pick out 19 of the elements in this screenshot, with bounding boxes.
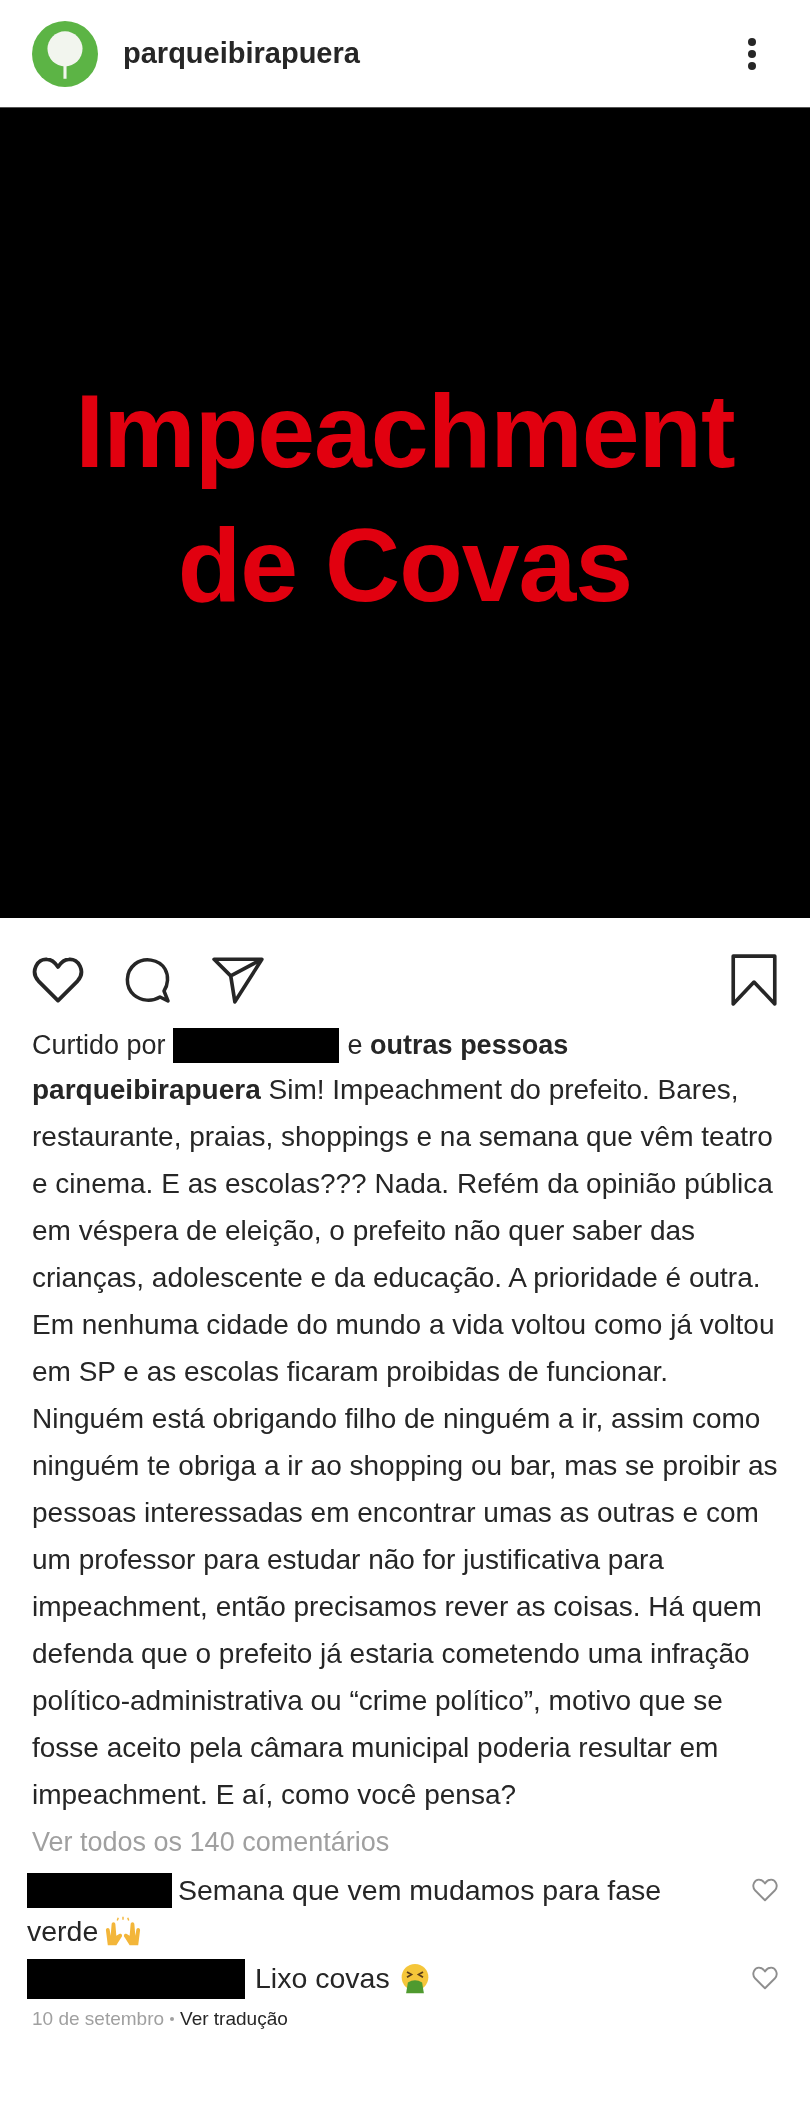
comment-text: verde (27, 1914, 99, 1949)
more-options-icon[interactable] (747, 36, 757, 71)
likes-label: Curtido por (32, 1029, 166, 1062)
comment-text: Semana que vem mudamos para fase (178, 1873, 662, 1908)
raised-hands-icon (104, 1915, 143, 1948)
bookmark-icon[interactable] (730, 953, 778, 1007)
username-link[interactable]: parqueibirapuera (123, 37, 747, 70)
comment-like-icon[interactable] (752, 1878, 778, 1902)
like-heart-icon[interactable] (32, 956, 84, 1004)
caption-text: parqueibirapuera Sim! Impeachment do prefeito. Bares, restaurante, praias, shoppings e na semana que vêm teatro e cinema. E as escolas??? Nada. Refém da opinião pública em véspera de eleição, o prefeito não quer saber das crianças, adolescente e da educação. A prioridade é outra. Em nenhuma cidade do mundo a vida voltou como já voltou em SP e as escolas ficaram proibidas de funcionar. Ninguém está obrigando filho de ninguém a ir, assim como ninguém te obriga a ir ao shopping ou bar, mas se proibir as pessoas interessadas em encontrar umas as outras e com um professor para estudar não for justificativa para impeachment, então precisamos rever as coisas. Há quem defenda que o prefeito já estaria cometendo uma infração político-administrativa ou “crime político”, motivo que se fosse aceito pela câmara municipal poderia resultar em impeachment. E aí, como você pensa? (31, 1073, 779, 1812)
tree-avatar-icon[interactable] (32, 20, 98, 87)
post-image-text: Impeachment de Covas (75, 372, 735, 625)
comment-text: Lixo covas (255, 1961, 390, 1996)
likes-others[interactable]: e outras pessoas (347, 1024, 569, 1066)
paper-plane-icon[interactable] (212, 956, 264, 1004)
post-date: 10 de setembro (32, 2007, 165, 2031)
see-translation-link[interactable]: Ver tradução (180, 2003, 288, 2035)
separator-dot (170, 2017, 175, 2021)
comment-like-icon[interactable] (752, 1966, 778, 1990)
